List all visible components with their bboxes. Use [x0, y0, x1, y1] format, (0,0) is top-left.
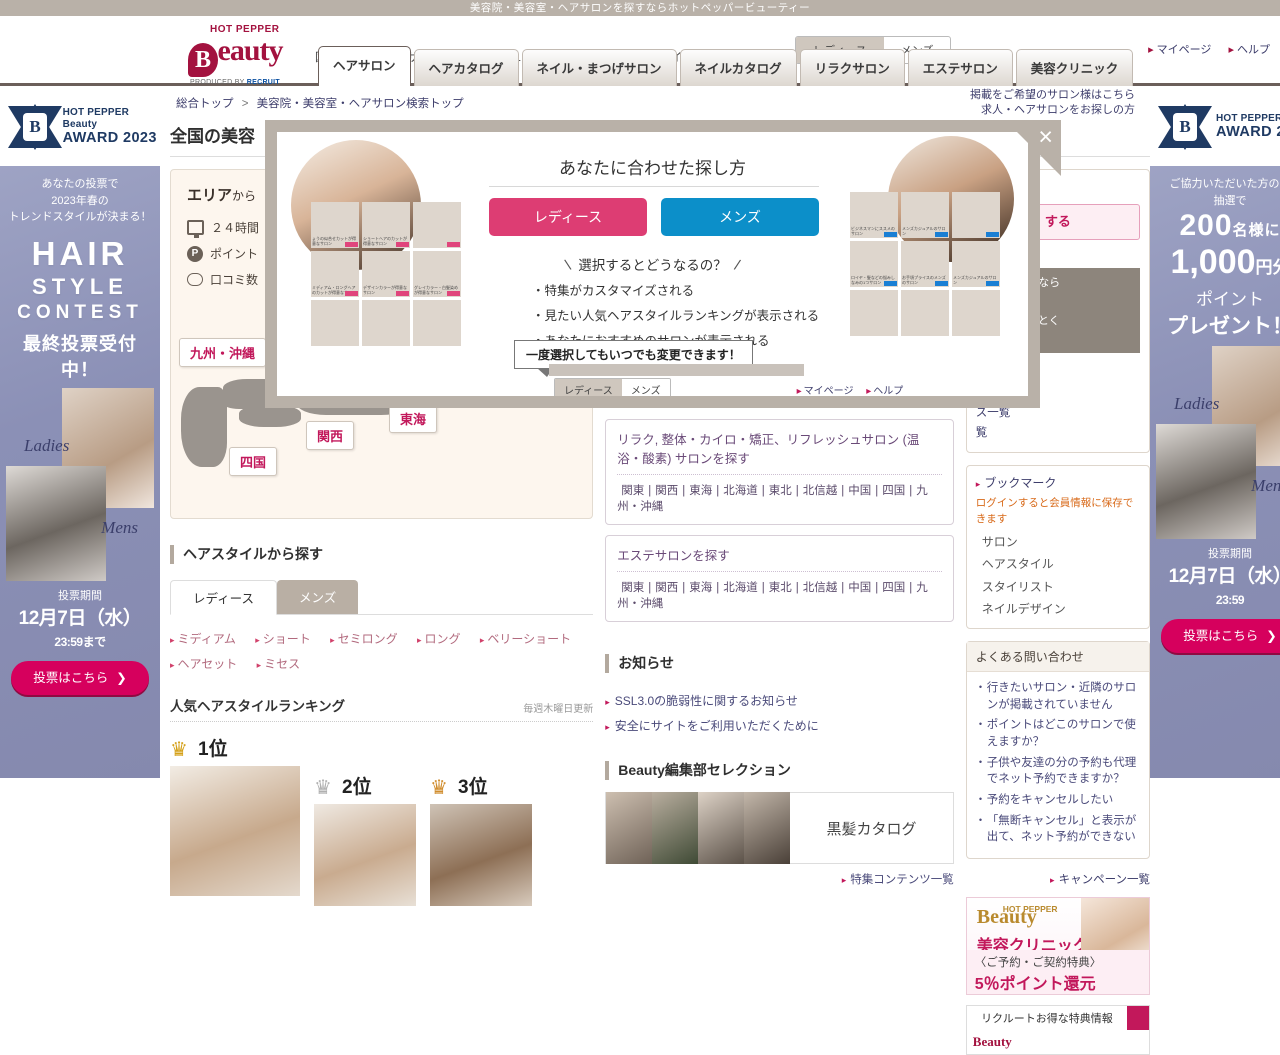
modal-footer: レディース メンズ マイページ ヘルプ: [554, 378, 903, 396]
recruit-ad-logo: Beauty: [972, 1034, 1012, 1050]
modal-footer-links: マイページ ヘルプ: [787, 382, 904, 396]
modal-thumb: メンズカジュアルのサロン: [901, 192, 949, 238]
recruit-ad-title: リクルートお得な特典情報: [966, 1006, 1128, 1031]
recruit-ad-logo-word: eauty: [981, 1034, 1012, 1050]
slash-left-icon: \: [563, 256, 573, 275]
modal-close-button[interactable]: ×: [1005, 120, 1061, 176]
recruit-ad-accent: [1127, 1006, 1150, 1031]
modal-thumb: [952, 290, 1000, 336]
modal-thumb: [952, 192, 1000, 238]
modal-footer-mypage[interactable]: マイページ: [797, 386, 854, 396]
modal-thumb: [901, 290, 949, 336]
modal-footer-help[interactable]: ヘルプ: [866, 386, 903, 396]
close-icon[interactable]: ×: [1038, 125, 1053, 150]
modal-inner: ょうの似合せカットが得意なサロン ショートヘアのカットが得意なサロン ミディアム…: [277, 132, 1028, 396]
modal-thumb: ビジネスマンにススメのサロン: [850, 192, 898, 238]
clinic-ad-benefit-point: 5％ポイント還元: [974, 976, 1096, 994]
modal-thumb: ショートヘアのカットが得意なサロン: [362, 202, 410, 248]
recruit-benefit-ad[interactable]: リクルートお得な特典情報 Beauty: [965, 1005, 1151, 1055]
modal-footer-ladies[interactable]: レディース: [555, 379, 622, 396]
modal-title: あなたに合わせた探し方: [559, 159, 746, 178]
modal-overlay: ょうの似合せカットが得意なサロン ショートヘアのカットが得意なサロン ミディアム…: [0, 0, 1280, 960]
modal-thumb: [311, 300, 359, 346]
modal-footer-bar: [549, 364, 804, 376]
modal-ladies-button[interactable]: レディース: [489, 198, 647, 236]
modal-footer-gender-toggle[interactable]: レディース メンズ: [554, 378, 671, 396]
modal-bullet-2: ・見たい人気ヘアスタイルランキングが表示される: [532, 309, 820, 323]
modal-thumb: [413, 300, 461, 346]
slash-right-icon: /: [732, 256, 742, 275]
modal-ladies-thumb-grid: ょうの似合せカットが得意なサロン ショートヘアのカットが得意なサロン ミディアム…: [311, 202, 461, 346]
modal-mens-button[interactable]: メンズ: [661, 198, 819, 236]
modal-thumb: [362, 300, 410, 346]
modal-footer-mens[interactable]: メンズ: [621, 379, 670, 396]
modal-question-text: 選択するとどうなるの？: [578, 258, 727, 273]
modal-thumb: [413, 202, 461, 248]
modal-gender-buttons: レディース メンズ: [489, 198, 819, 236]
modal-divider: [489, 186, 819, 187]
gender-preference-modal: ょうの似合せカットが得意なサロン ショートヘアのカットが得意なサロン ミディアム…: [265, 120, 1040, 408]
modal-question: \ 選択するとどうなるの？ /: [277, 254, 1028, 274]
modal-thumb: ょうの似合せカットが得意なサロン: [311, 202, 359, 248]
modal-thumb: [850, 290, 898, 336]
modal-bullet-1: ・特集がカスタマイズされる: [532, 284, 695, 298]
